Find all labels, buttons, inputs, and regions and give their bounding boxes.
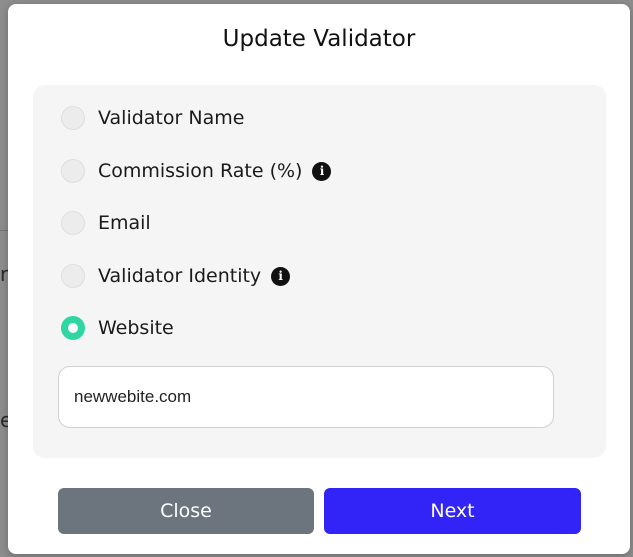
option-label: Commission Rate (%) xyxy=(98,160,303,182)
info-icon[interactable]: i xyxy=(312,161,332,181)
website-input[interactable] xyxy=(58,366,554,428)
option-validator-name[interactable]: Validator Name xyxy=(61,104,244,132)
background-page-fragment: r xyxy=(0,262,9,286)
radio-commission-rate[interactable] xyxy=(61,159,85,183)
option-label: Validator Identity xyxy=(98,265,262,287)
option-website[interactable]: Website xyxy=(61,314,174,342)
radio-validator-identity[interactable] xyxy=(61,264,85,288)
next-button[interactable]: Next xyxy=(324,488,581,534)
info-icon[interactable]: i xyxy=(271,266,291,286)
update-validator-modal: Update Validator Validator Name Commissi… xyxy=(8,4,630,554)
option-label: Website xyxy=(98,317,174,339)
background-divider xyxy=(0,230,8,231)
option-validator-identity[interactable]: Validator Identity i xyxy=(61,262,291,290)
radio-email[interactable] xyxy=(61,211,85,235)
option-label: Email xyxy=(98,212,151,234)
option-email[interactable]: Email xyxy=(61,209,151,237)
modal-title: Update Validator xyxy=(222,26,416,52)
options-panel: Validator Name Commission Rate (%) i Ema… xyxy=(33,85,606,458)
option-commission-rate[interactable]: Commission Rate (%) i xyxy=(61,157,332,185)
close-button[interactable]: Close xyxy=(58,488,314,534)
option-label: Validator Name xyxy=(98,107,245,129)
radio-website[interactable] xyxy=(61,316,85,340)
radio-validator-name[interactable] xyxy=(61,106,85,130)
